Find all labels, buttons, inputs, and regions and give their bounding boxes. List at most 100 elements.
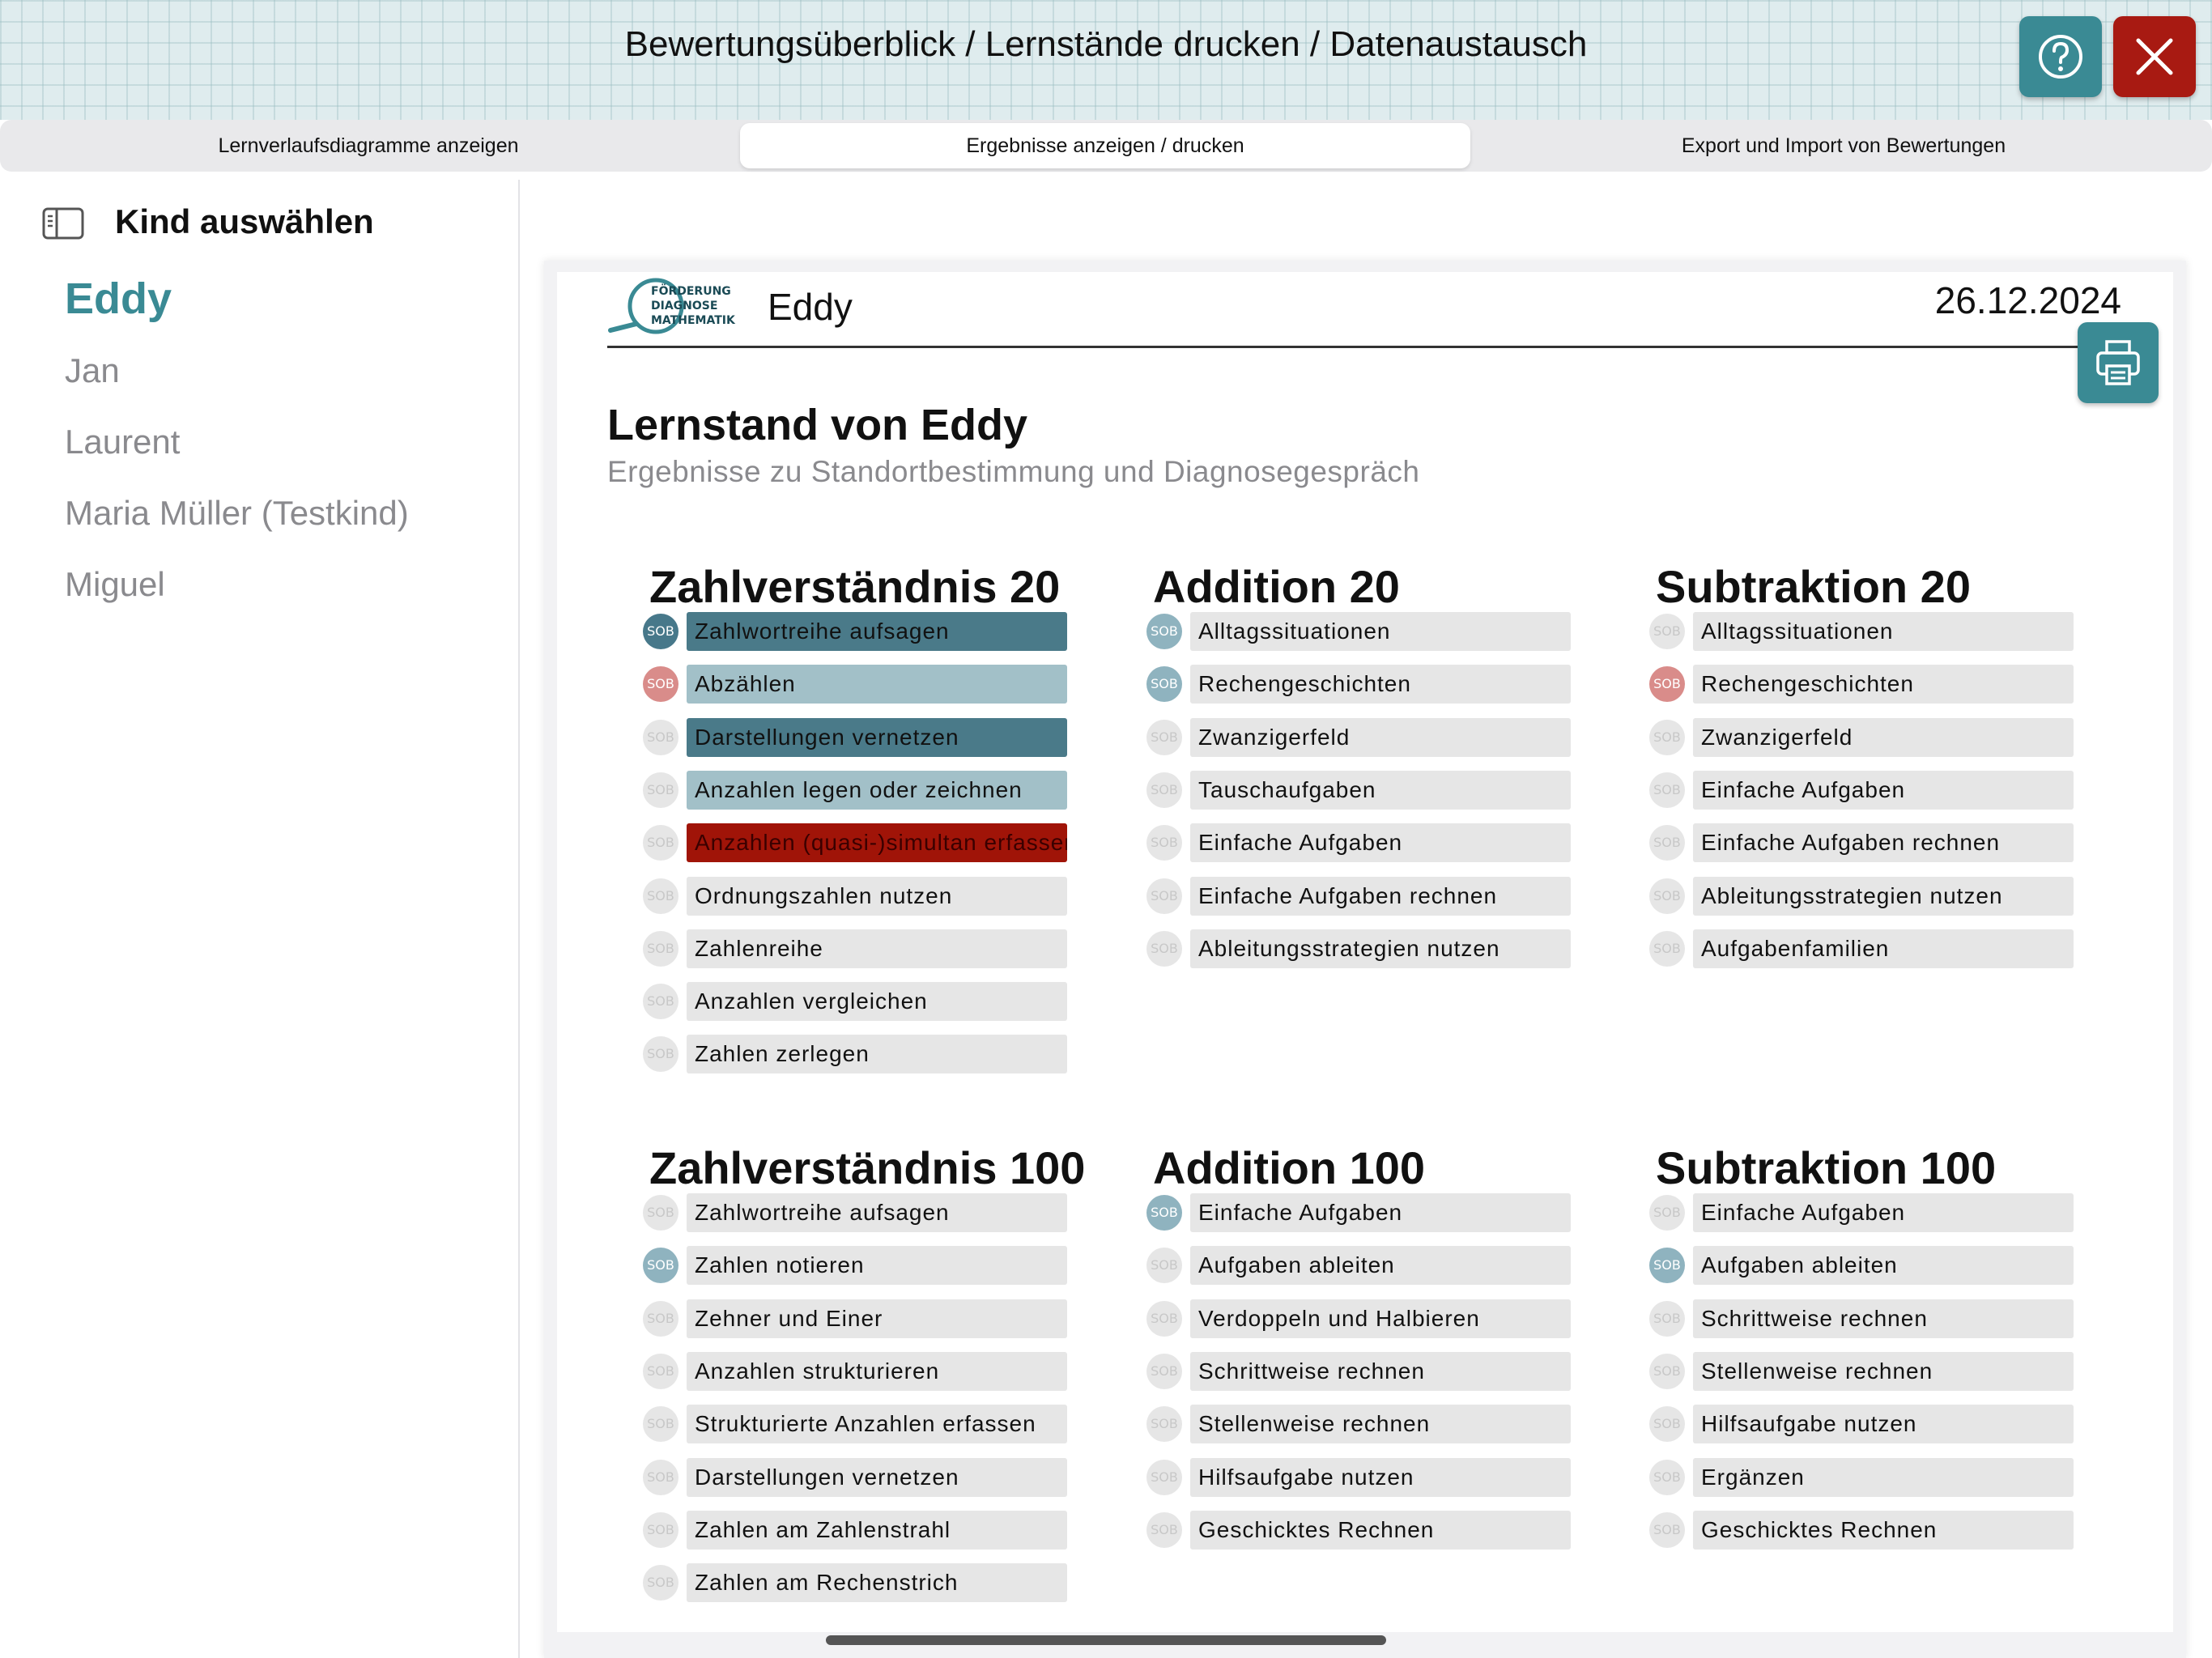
skill-row: SOB Anzahlen (quasi-)simultan erfassen: [643, 823, 1072, 863]
skill-row: SOB Einfache Aufgaben: [1146, 1193, 1576, 1232]
tab-lernverlaufsdiagramme[interactable]: Lernverlaufsdiagramme anzeigen: [0, 123, 737, 168]
skill-row: SOB Stellenweise rechnen: [1649, 1351, 2078, 1391]
skill-row: SOB Alltagssituationen: [1649, 612, 2078, 651]
sob-badge: SOB: [643, 1565, 678, 1601]
page-title: Bewertungsüberblick / Lernstände drucken…: [624, 24, 1588, 64]
logo-line-3: MATHEMATIK: [651, 314, 736, 327]
skill-bar: Alltagssituationen: [1190, 612, 1571, 651]
skill-bar: Zahlen am Rechenstrich: [687, 1563, 1067, 1603]
skill-row: SOB Ordnungszahlen nutzen: [643, 876, 1072, 916]
sob-badge: SOB: [643, 666, 678, 703]
skill-row: SOB Darstellungen vernetzen: [643, 717, 1072, 757]
child-item-laurent[interactable]: Laurent: [65, 423, 180, 461]
category-title: Subtraktion 100: [1656, 1142, 1997, 1193]
sob-badge: SOB: [1649, 719, 1685, 755]
sob-badge: SOB: [643, 1406, 678, 1443]
skill-row: SOB Zahlwortreihe aufsagen: [643, 612, 1072, 651]
skill-bar: Rechengeschichten: [1693, 665, 2074, 704]
skill-bar: Aufgabenfamilien: [1693, 929, 2074, 968]
skill-bar: Aufgaben ableiten: [1693, 1246, 2074, 1286]
sob-badge: SOB: [1146, 930, 1182, 967]
close-button[interactable]: [2113, 16, 2196, 97]
skill-row: SOB Einfache Aufgaben: [1649, 1193, 2078, 1232]
skill-bar: Einfache Aufgaben rechnen: [1190, 876, 1571, 916]
skill-row: SOB Zwanzigerfeld: [1649, 717, 2078, 757]
sob-badge: SOB: [643, 930, 678, 967]
skill-row: SOB Einfache Aufgaben: [1146, 823, 1576, 863]
skill-row: SOB Anzahlen legen oder zeichnen: [643, 770, 1072, 810]
skill-bar: Zehner und Einer: [687, 1299, 1067, 1338]
sob-badge: SOB: [1146, 1406, 1182, 1443]
tab-bar: Lernverlaufsdiagramme anzeigen Ergebniss…: [0, 120, 2212, 172]
skill-bar: Schrittweise rechnen: [1190, 1351, 1571, 1391]
sob-badge: SOB: [1649, 1406, 1685, 1443]
help-button[interactable]: [2019, 16, 2102, 97]
skill-row: SOB Hilfsaufgabe nutzen: [1649, 1405, 2078, 1444]
skill-row: SOB Verdoppeln und Halbieren: [1146, 1299, 1576, 1338]
report-subheading: Ergebnisse zu Standortbestimmung und Dia…: [607, 455, 1420, 488]
sob-badge: SOB: [1649, 614, 1685, 649]
skill-bar: Stellenweise rechnen: [1190, 1405, 1571, 1444]
logo-line-2: DIAGNOSE: [651, 300, 717, 312]
sob-badge: SOB: [643, 1459, 678, 1495]
sob-badge: SOB: [1649, 825, 1685, 861]
sob-badge: SOB: [1649, 1300, 1685, 1337]
child-item-maria[interactable]: Maria Müller (Testkind): [65, 494, 409, 533]
close-icon: [2136, 38, 2173, 75]
skill-row: SOB Alltagssituationen: [1146, 612, 1576, 651]
skill-row: SOB Aufgabenfamilien: [1649, 929, 2078, 968]
sob-badge: SOB: [1146, 825, 1182, 861]
logo: FÖRDERUNG DIAGNOSE MATHEMATIK: [608, 278, 736, 334]
report-heading: Lernstand von Eddy: [607, 401, 1028, 449]
skill-bar: Zahlen zerlegen: [687, 1035, 1067, 1074]
skill-bar: Alltagssituationen: [1693, 612, 2074, 651]
skill-row: SOB Zahlen notieren: [643, 1246, 1072, 1286]
skill-bar: Schrittweise rechnen: [1693, 1299, 2074, 1338]
skill-row: SOB Anzahlen vergleichen: [643, 982, 1072, 1022]
sidebar-title: Kind auswählen: [115, 202, 374, 240]
child-item-jan[interactable]: Jan: [65, 351, 120, 390]
child-item-eddy[interactable]: Eddy: [65, 274, 172, 324]
print-button[interactable]: [2078, 322, 2159, 403]
skill-bar: Anzahlen legen oder zeichnen: [687, 770, 1067, 810]
skill-bar: Abzählen: [687, 665, 1067, 704]
skill-row: SOB Zehner und Einer: [643, 1299, 1072, 1338]
sob-badge: SOB: [1649, 1353, 1685, 1389]
sidebar-toggle-icon[interactable]: [42, 207, 84, 240]
skill-bar: Zwanzigerfeld: [1693, 717, 2074, 757]
skill-bar: Ableitungsstrategien nutzen: [1693, 876, 2074, 916]
skill-bar: Hilfsaufgabe nutzen: [1190, 1457, 1571, 1497]
skill-row: SOB Rechengeschichten: [1146, 665, 1576, 704]
skill-bar: Strukturierte Anzahlen erfassen: [687, 1405, 1067, 1444]
sidebar: Kind auswählen Eddy Jan Laurent Maria Mü…: [0, 180, 520, 1658]
skill-row: SOB Tauschaufgaben: [1146, 770, 1576, 810]
tab-ergebnisse[interactable]: Ergebnisse anzeigen / drucken: [740, 123, 1470, 168]
skill-bar: Aufgaben ableiten: [1190, 1246, 1571, 1286]
skill-bar: Ableitungsstrategien nutzen: [1190, 929, 1571, 968]
skill-row: SOB Zahlwortreihe aufsagen: [643, 1193, 1072, 1232]
sob-badge: SOB: [643, 1195, 678, 1231]
skill-row: SOB Ableitungsstrategien nutzen: [1649, 876, 2078, 916]
skill-row: SOB Aufgaben ableiten: [1146, 1246, 1576, 1286]
child-item-miguel[interactable]: Miguel: [65, 565, 165, 604]
skill-row: SOB Zahlen am Zahlenstrahl: [643, 1510, 1072, 1550]
skill-row: SOB Ableitungsstrategien nutzen: [1146, 929, 1576, 968]
logo-line-1: FÖRDERUNG: [651, 283, 731, 298]
sob-badge: SOB: [643, 719, 678, 755]
sob-badge: SOB: [1649, 930, 1685, 967]
sob-badge: SOB: [1146, 1511, 1182, 1548]
skill-bar: Anzahlen vergleichen: [687, 982, 1067, 1022]
skill-bar: Rechengeschichten: [1190, 665, 1571, 704]
skill-bar: Ordnungszahlen nutzen: [687, 876, 1067, 916]
sob-badge: SOB: [643, 878, 678, 914]
sob-badge: SOB: [1146, 878, 1182, 914]
skill-bar: Einfache Aufgaben: [1190, 1193, 1571, 1232]
skill-row: SOB Einfache Aufgaben: [1649, 770, 2078, 810]
category-title: Subtraktion 20: [1656, 561, 1971, 612]
category-title: Zahlverständnis 20: [649, 561, 1061, 612]
sob-badge: SOB: [643, 1353, 678, 1389]
home-indicator[interactable]: [826, 1635, 1386, 1645]
tab-export-import[interactable]: Export und Import von Bewertungen: [1475, 123, 2212, 168]
skill-row: SOB Abzählen: [643, 665, 1072, 704]
sob-badge: SOB: [1146, 719, 1182, 755]
